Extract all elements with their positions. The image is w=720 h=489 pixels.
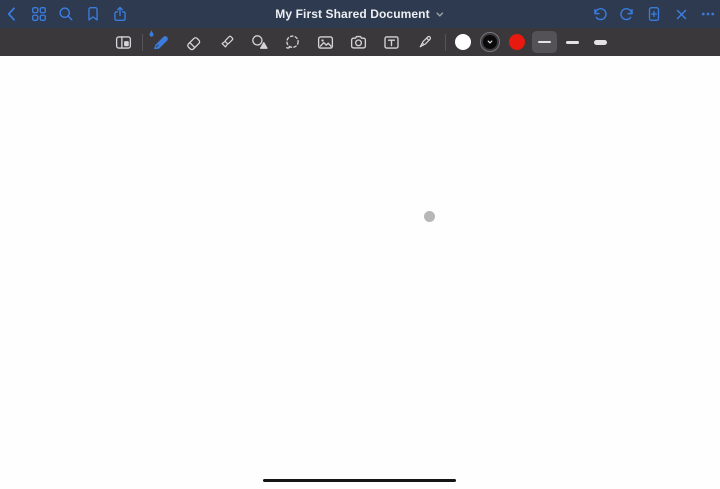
top-bar-right-group — [590, 3, 720, 25]
close-x-icon — [673, 6, 690, 23]
add-page-icon — [645, 5, 663, 23]
color-swatch-white[interactable] — [449, 28, 476, 56]
add-page-button[interactable] — [644, 3, 664, 25]
thickness-medium[interactable] — [558, 28, 586, 56]
close-button[interactable] — [671, 3, 691, 25]
document-title-text: My First Shared Document — [275, 7, 429, 21]
tool-camera[interactable] — [342, 28, 375, 56]
page-panel-icon — [113, 32, 134, 53]
color-swatch-red[interactable] — [503, 28, 530, 56]
more-button[interactable] — [698, 3, 718, 25]
lasso-icon — [282, 32, 303, 53]
thickness-thin-selected[interactable] — [530, 28, 558, 56]
medium-stroke-line — [566, 41, 579, 44]
back-chevron-icon — [3, 5, 21, 23]
eraser-icon — [183, 32, 204, 53]
camera-icon — [348, 32, 369, 53]
tool-lasso[interactable] — [276, 28, 309, 56]
share-button[interactable] — [110, 3, 130, 25]
highlighter-icon — [216, 32, 237, 53]
black-color-circle — [483, 35, 497, 49]
image-icon — [315, 32, 336, 53]
undo-button[interactable] — [590, 3, 610, 25]
pointer-wand-icon — [414, 32, 435, 53]
search-icon — [57, 5, 75, 23]
thickness-thick[interactable] — [586, 28, 614, 56]
redo-button[interactable] — [617, 3, 637, 25]
tool-pointer[interactable] — [408, 28, 441, 56]
title-chevron-down-icon — [436, 10, 445, 19]
text-icon — [381, 32, 402, 53]
bookmark-icon — [84, 5, 102, 23]
notes-app-window: My First Shared Document — [0, 0, 720, 489]
thumbnails-button[interactable] — [29, 3, 49, 25]
back-button[interactable] — [2, 3, 22, 25]
tool-fountain-pen[interactable] — [144, 28, 177, 56]
tool-eraser[interactable] — [177, 28, 210, 56]
white-color-circle — [455, 34, 471, 50]
document-title[interactable]: My First Shared Document — [275, 0, 444, 28]
top-navigation-bar: My First Shared Document — [0, 0, 720, 28]
thick-stroke-line — [594, 40, 607, 45]
tool-image[interactable] — [309, 28, 342, 56]
share-icon — [111, 5, 129, 23]
ink-dot — [424, 211, 435, 222]
toolbar-divider-2 — [441, 28, 449, 56]
tool-text[interactable] — [375, 28, 408, 56]
red-color-circle — [509, 34, 525, 50]
shapes-icon — [249, 32, 270, 53]
bookmark-button[interactable] — [83, 3, 103, 25]
tool-shapes[interactable] — [243, 28, 276, 56]
pen-selected-badge-icon — [149, 30, 154, 37]
tool-highlighter[interactable] — [210, 28, 243, 56]
drawing-toolbar — [0, 28, 720, 56]
drawing-canvas[interactable] — [0, 56, 720, 489]
ink-horizontal-line — [263, 479, 456, 482]
thin-stroke-line — [538, 41, 551, 43]
color-chevron-down-icon — [487, 39, 493, 45]
redo-icon — [618, 5, 636, 23]
more-ellipsis-icon — [699, 5, 717, 23]
tool-page-panel[interactable] — [107, 28, 140, 56]
search-button[interactable] — [56, 3, 76, 25]
undo-icon — [591, 5, 609, 23]
top-bar-left-group — [0, 3, 130, 25]
selected-color-ring — [480, 32, 500, 52]
color-swatch-black-selected[interactable] — [476, 28, 503, 56]
thumbnails-grid-icon — [30, 5, 48, 23]
